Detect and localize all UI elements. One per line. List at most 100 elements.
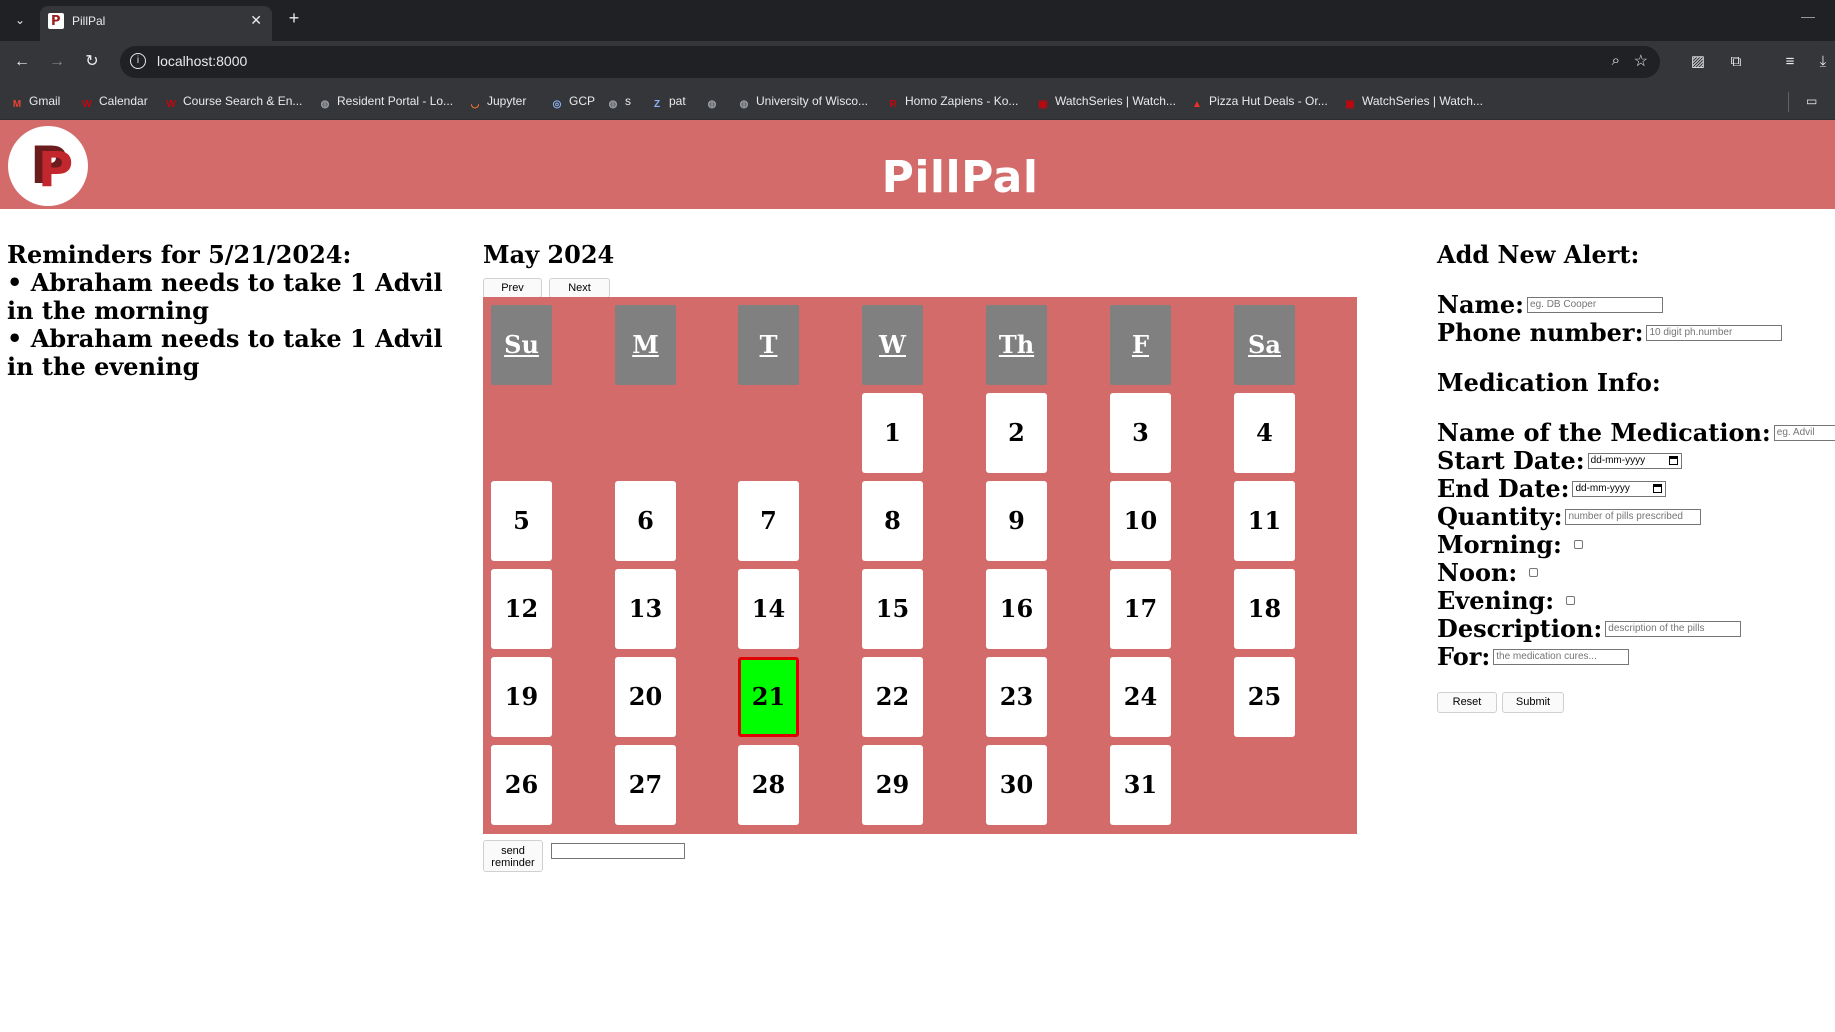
browser-tab-bar: ⌄ P PillPal ✕ + —	[0, 0, 1835, 41]
send-reminder-input[interactable]	[551, 843, 685, 859]
calendar-day[interactable]: 12	[491, 569, 552, 649]
calendar-picker-icon[interactable]	[1653, 483, 1663, 493]
bookmark-item[interactable]: R Homo Zapiens - Ko...	[886, 91, 1018, 111]
calendar-day-selected[interactable]: 21	[738, 657, 799, 737]
zoom-icon[interactable]: ⌕	[1612, 52, 1620, 69]
calendar-day[interactable]: 26	[491, 745, 552, 825]
weekday-header[interactable]: F	[1110, 305, 1171, 385]
gmail-icon: M	[12, 99, 22, 110]
extensions-puzzle-icon[interactable]: ⧉	[1724, 50, 1748, 74]
bookmark-label: pat	[669, 94, 686, 108]
for-input[interactable]: the medication cures...	[1493, 648, 1630, 665]
globe-icon: ◍	[739, 99, 749, 110]
name-input[interactable]: eg. DB Cooper	[1527, 296, 1664, 313]
watchseries-icon: ▣	[1345, 99, 1355, 110]
bookmark-item[interactable]: W Calendar	[80, 91, 147, 111]
calendar-day[interactable]: 30	[986, 745, 1047, 825]
phone-input[interactable]: 10 digit ph.number	[1646, 324, 1783, 341]
end-date-input[interactable]: dd-mm-yyyy	[1572, 480, 1667, 497]
forward-arrow-icon[interactable]: →	[45, 50, 69, 74]
calendar-day[interactable]: 27	[615, 745, 676, 825]
bookmark-item[interactable]: ▲ Pizza Hut Deals - Or...	[1190, 91, 1328, 111]
gcp-icon: ◎	[552, 99, 562, 110]
weekday-header[interactable]: Su	[491, 305, 552, 385]
calendar-day[interactable]: 10	[1110, 481, 1171, 561]
medication-name-input[interactable]: eg. Advil	[1773, 424, 1835, 441]
bookmark-item[interactable]: Zpat	[650, 91, 686, 111]
downloads-icon[interactable]: ⤓	[1811, 50, 1835, 74]
site-info-icon[interactable]: i	[130, 53, 146, 69]
calendar-day[interactable]: 4	[1234, 393, 1295, 473]
bookmark-item[interactable]: ◍	[705, 91, 724, 111]
calendar-day[interactable]: 11	[1234, 481, 1295, 561]
calendar-day[interactable]: 2	[986, 393, 1047, 473]
calendar-day[interactable]: 6	[615, 481, 676, 561]
folder-icon[interactable]: ▭	[1806, 91, 1817, 111]
tab-close-icon[interactable]: ✕	[250, 12, 262, 29]
calendar-day[interactable]: 29	[862, 745, 923, 825]
calendar-day[interactable]: 16	[986, 569, 1047, 649]
bookmark-item[interactable]: ◍ Resident Portal - Lo...	[318, 91, 453, 111]
calendar-day[interactable]: 5	[491, 481, 552, 561]
calendar-day[interactable]: 14	[738, 569, 799, 649]
calendar-day[interactable]: 17	[1110, 569, 1171, 649]
calendar-day[interactable]: 7	[738, 481, 799, 561]
url-text[interactable]: localhost:8000	[157, 53, 247, 69]
calendar-day[interactable]: 19	[491, 657, 552, 737]
morning-label: Morning:	[1437, 530, 1562, 559]
calendar-day[interactable]: 13	[615, 569, 676, 649]
weekday-header[interactable]: Sa	[1234, 305, 1295, 385]
weekday-header[interactable]: W	[862, 305, 923, 385]
pillpal-favicon-icon: P	[48, 13, 64, 29]
bookmark-star-icon[interactable]: ☆	[1634, 51, 1648, 71]
calendar-day[interactable]: 1	[862, 393, 923, 473]
new-tab-button[interactable]: +	[282, 8, 306, 29]
bookmark-item[interactable]: ◎ GCP	[550, 91, 595, 111]
morning-checkbox[interactable]	[1573, 540, 1583, 549]
pat-icon: Z	[653, 99, 661, 110]
calendar-day[interactable]: 25	[1234, 657, 1295, 737]
browser-tab[interactable]: P PillPal ✕	[40, 6, 272, 41]
start-date-input[interactable]: dd-mm-yyyy	[1587, 452, 1682, 469]
noon-checkbox[interactable]	[1529, 568, 1539, 577]
media-control-icon[interactable]: ≡	[1778, 50, 1802, 74]
calendar-day[interactable]: 3	[1110, 393, 1171, 473]
bookmark-item[interactable]: ◡ Jupyter	[468, 91, 527, 111]
send-reminder-button[interactable]: send reminder	[483, 840, 543, 872]
bookmark-item[interactable]: ◍ s	[606, 91, 631, 111]
bookmark-item[interactable]: ◍ University of Wisco...	[737, 91, 868, 111]
calendar-day[interactable]: 22	[862, 657, 923, 737]
submit-button[interactable]: Submit	[1502, 692, 1564, 713]
calendar-day[interactable]: 31	[1110, 745, 1171, 825]
reset-button[interactable]: Reset	[1437, 692, 1497, 713]
calendar-day[interactable]: 23	[986, 657, 1047, 737]
bookmark-item[interactable]: ▣ WatchSeries | Watch...	[1343, 91, 1483, 111]
minimize-window-icon[interactable]: —	[1801, 8, 1815, 24]
address-bar[interactable]: i localhost:8000 ⌕ ☆	[120, 46, 1660, 78]
tab-search-chevron-icon[interactable]: ⌄	[8, 8, 32, 32]
calendar-picker-icon[interactable]	[1668, 455, 1678, 465]
evening-label: Evening:	[1437, 586, 1555, 615]
calendar-day[interactable]: 18	[1234, 569, 1295, 649]
calendar-day[interactable]: 24	[1110, 657, 1171, 737]
prev-month-button[interactable]: Prev	[483, 278, 542, 298]
calendar-day[interactable]: 9	[986, 481, 1047, 561]
description-input[interactable]: description of the pills	[1605, 620, 1742, 637]
calendar-day[interactable]: 20	[615, 657, 676, 737]
reload-icon[interactable]: ↻	[80, 50, 104, 74]
uw-icon: W	[166, 99, 176, 110]
weekday-header[interactable]: T	[738, 305, 799, 385]
quantity-input[interactable]: number of pills prescribed	[1565, 508, 1702, 525]
extension-icon[interactable]: ▨	[1686, 50, 1710, 74]
calendar-day[interactable]: 8	[862, 481, 923, 561]
weekday-header[interactable]: M	[615, 305, 676, 385]
next-month-button[interactable]: Next	[549, 278, 610, 298]
calendar-day[interactable]: 15	[862, 569, 923, 649]
calendar-day[interactable]: 28	[738, 745, 799, 825]
bookmark-item[interactable]: ▣ WatchSeries | Watch...	[1036, 91, 1176, 111]
bookmark-item[interactable]: W Course Search & En...	[164, 91, 302, 111]
evening-checkbox[interactable]	[1566, 596, 1576, 605]
weekday-header[interactable]: Th	[986, 305, 1047, 385]
bookmark-item[interactable]: M Gmail	[10, 91, 61, 111]
back-arrow-icon[interactable]: ←	[10, 50, 34, 74]
